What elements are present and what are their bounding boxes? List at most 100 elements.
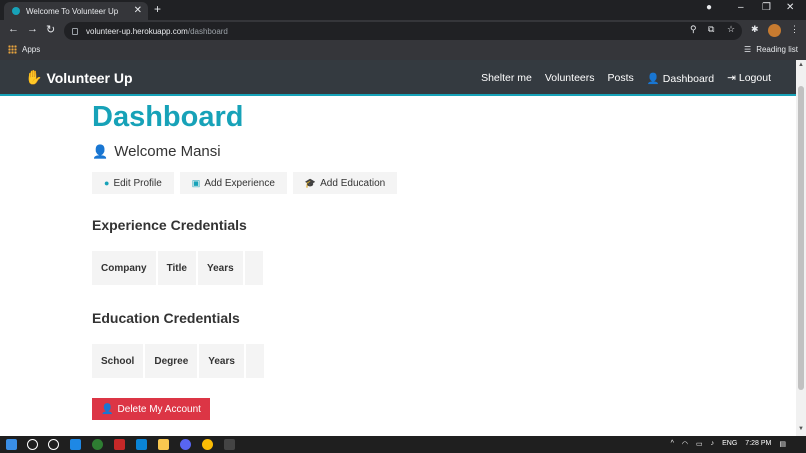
browser-toolbar: ← → ↻ volunteer-up.herokuapp.com/dashboa… <box>0 20 806 42</box>
terminal-icon[interactable] <box>224 439 235 450</box>
add-experience-button[interactable]: ▣ Add Experience <box>179 172 287 194</box>
nav-link-posts[interactable]: Posts <box>608 72 634 85</box>
add-education-button[interactable]: 🎓 Add Education <box>292 172 398 194</box>
nav-link-volunteers[interactable]: Volunteers <box>545 72 595 85</box>
page-title: Dashboard <box>92 101 244 133</box>
lock-icon <box>72 27 78 35</box>
logout-icon: ⇥ <box>727 72 736 84</box>
column-header: Years <box>197 251 243 285</box>
address-bar[interactable]: volunteer-up.herokuapp.com/dashboard <box>64 22 742 40</box>
close-tab-icon[interactable]: ✕ <box>134 5 142 16</box>
graduation-cap-icon: 🎓 <box>304 177 317 188</box>
system-tray: ^ ◠ ▭ ♪ ENG 7:28 PM ▤ <box>671 440 786 448</box>
xbox-icon[interactable] <box>92 439 103 450</box>
education-heading: Education Credentials <box>92 310 240 326</box>
delete-account-button[interactable]: 👤 Delete My Account <box>92 398 210 420</box>
add-experience-label: Add Experience <box>204 177 275 189</box>
scrollbar-thumb[interactable] <box>798 86 804 390</box>
app-icon[interactable] <box>114 439 125 450</box>
apps-grid-icon <box>8 45 17 54</box>
welcome-text: Welcome Mansi <box>114 143 221 160</box>
maximize-icon[interactable]: ❐ <box>762 2 771 13</box>
nav-link-dashboard-label: Dashboard <box>662 73 715 85</box>
column-header-empty <box>245 344 264 378</box>
column-header: School <box>92 344 144 378</box>
nav-link-logout-label: Logout <box>738 72 771 84</box>
url-host: volunteer-up.herokuapp.com <box>86 26 188 36</box>
reload-icon[interactable]: ↻ <box>46 23 55 36</box>
reading-list-label: Reading list <box>756 45 798 54</box>
minimize-icon[interactable]: – <box>738 2 744 13</box>
experience-heading: Experience Credentials <box>92 217 247 233</box>
close-window-icon[interactable]: ✕ <box>786 2 794 13</box>
bookmarks-bar: Apps ☰ Reading list <box>0 42 806 60</box>
edge-icon[interactable] <box>70 439 81 450</box>
experience-table: Company Title Years <box>90 251 265 285</box>
brand-name: Volunteer Up <box>46 69 133 86</box>
handshake-icon: ✋ <box>25 69 43 85</box>
new-tab-button[interactable]: + <box>154 2 161 16</box>
scroll-down-icon[interactable]: ▼ <box>798 426 804 432</box>
menu-dots-icon[interactable]: ⋮ <box>790 24 799 35</box>
search-icon[interactable] <box>27 439 38 450</box>
column-header-empty <box>244 251 263 285</box>
extensions-icon[interactable]: ✱ <box>751 24 759 35</box>
nav-link-logout[interactable]: ⇥ Logout <box>727 72 771 85</box>
welcome-line: 👤 Welcome Mansi <box>92 143 782 160</box>
browser-tab[interactable]: Welcome To Volunteer Up ✕ <box>4 2 148 20</box>
add-education-label: Add Education <box>320 177 386 189</box>
reading-list-button[interactable]: ☰ Reading list <box>744 45 798 54</box>
location-icon[interactable]: ⚲ <box>690 24 697 35</box>
edit-profile-label: Edit Profile <box>113 177 162 189</box>
dashboard-actions: ● Edit Profile ▣ Add Experience 🎓 Add Ed… <box>92 172 782 194</box>
star-icon[interactable]: ☆ <box>727 24 735 35</box>
file-explorer-icon[interactable] <box>158 439 169 450</box>
scroll-up-icon[interactable]: ▲ <box>798 62 804 68</box>
task-view-icon[interactable] <box>48 439 59 450</box>
notifications-icon[interactable]: ▤ <box>779 440 786 448</box>
column-header: Years <box>199 344 244 378</box>
user-circle-icon: ● <box>104 178 110 188</box>
os-taskbar: ^ ◠ ▭ ♪ ENG 7:28 PM ▤ <box>0 436 806 453</box>
volume-icon[interactable]: ♪ <box>711 440 715 448</box>
apps-bookmark[interactable]: Apps <box>8 45 40 54</box>
apps-label: Apps <box>22 45 41 54</box>
education-table: School Degree Years <box>90 344 266 378</box>
brand-link[interactable]: ✋ Volunteer Up <box>25 69 133 86</box>
url-path: /dashboard <box>187 26 228 36</box>
reading-list-icon: ☰ <box>744 45 752 54</box>
nav-link-dashboard[interactable]: 👤 Dashboard <box>647 72 714 85</box>
profile-menu-icon[interactable]: ● <box>706 2 712 13</box>
column-header: Company <box>92 251 156 285</box>
page-scrollbar[interactable]: ▲ ▼ <box>796 60 806 436</box>
vscode-icon[interactable] <box>136 439 147 450</box>
forward-icon[interactable]: → <box>27 23 38 35</box>
tray-chevron-icon[interactable]: ^ <box>671 440 674 448</box>
user-icon: 👤 <box>92 143 109 159</box>
browser-tab-strip: Welcome To Volunteer Up ✕ + ● – ❐ ✕ <box>0 0 806 20</box>
column-header: Degree <box>145 344 198 378</box>
language-indicator[interactable]: ENG <box>722 440 737 448</box>
column-header: Title <box>157 251 196 285</box>
chrome-icon[interactable] <box>202 439 213 450</box>
wifi-icon[interactable]: ◠ <box>682 440 688 448</box>
battery-icon[interactable]: ▭ <box>696 440 703 448</box>
nav-link-shelter-me[interactable]: Shelter me <box>481 72 532 85</box>
site-navbar: ✋ Volunteer Up Shelter me Volunteers Pos… <box>0 60 796 96</box>
favicon-icon <box>12 7 20 15</box>
delete-account-label: Delete My Account <box>117 403 201 415</box>
windows-start-icon[interactable] <box>6 439 17 450</box>
dashboard-content: Dashboard 👤 Welcome Mansi ● Edit Profile… <box>92 98 782 420</box>
clock[interactable]: 7:28 PM <box>745 440 771 448</box>
edit-profile-button[interactable]: ● Edit Profile <box>92 172 174 194</box>
nav-links: Shelter me Volunteers Posts 👤 Dashboard … <box>481 72 771 85</box>
discord-icon[interactable] <box>180 439 191 450</box>
id-badge-icon: ▣ <box>191 177 201 188</box>
back-icon[interactable]: ← <box>8 23 19 35</box>
profile-avatar[interactable] <box>768 24 781 37</box>
table-header-row: School Degree Years <box>92 344 264 378</box>
translate-icon[interactable]: ⧉ <box>708 24 714 35</box>
tab-title: Welcome To Volunteer Up <box>26 6 119 16</box>
user-minus-icon: 👤 <box>101 403 114 415</box>
table-header-row: Company Title Years <box>92 251 263 285</box>
